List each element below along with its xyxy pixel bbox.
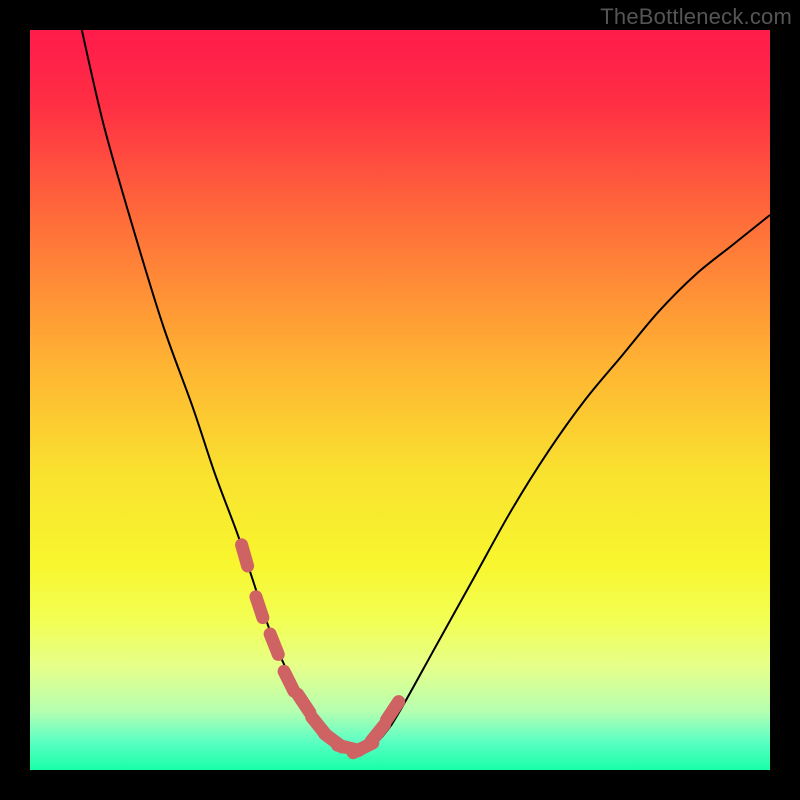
- plot-area: [30, 30, 770, 770]
- background-gradient: [30, 30, 770, 770]
- watermark-text: TheBottleneck.com: [600, 4, 792, 30]
- chart-frame: TheBottleneck.com: [0, 0, 800, 800]
